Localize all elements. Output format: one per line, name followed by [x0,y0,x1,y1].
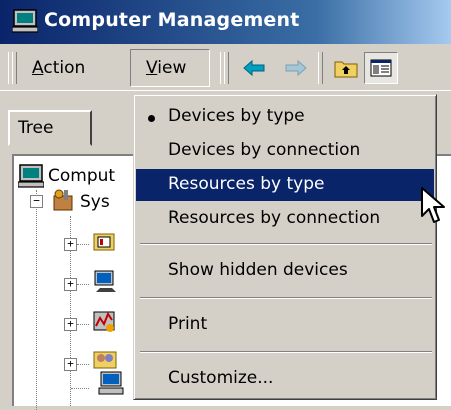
local-users-groups-icon [93,351,117,369]
computer-management-icon [12,9,38,33]
tree-expand-icon[interactable]: + [64,358,77,371]
tree-node-root-label[interactable]: Comput [48,166,115,186]
system-tools-icon [53,189,73,211]
show-hide-tree-icon [370,59,392,77]
mouse-cursor-icon [421,187,445,223]
tree-line [77,364,89,365]
menu-item-label: Customize... [168,368,274,388]
computer-icon [18,164,44,188]
tab-tree[interactable]: Tree [8,110,92,146]
radio-bullet-icon [148,115,155,122]
event-viewer-icon [93,233,115,251]
tree-line [77,284,89,285]
performance-logs-icon [93,311,115,332]
tree-line [36,190,37,410]
title-bar[interactable]: Computer Management [0,0,451,44]
menu-separator [140,297,432,299]
forward-arrow-icon[interactable] [284,57,308,79]
menu-item-devices-by-connection[interactable]: Devices by connection [136,135,434,167]
menu-view[interactable]: View [146,58,186,78]
toolbar: Action View [0,46,451,91]
menu-action-mnemonic: A [32,58,44,78]
menu-action[interactable]: Action [32,58,85,78]
menu-item-label: Show hidden devices [168,260,348,280]
tree-expand-icon[interactable]: + [64,278,77,291]
back-arrow-icon[interactable] [242,57,266,79]
tree-line [77,244,89,245]
menu-item-label: Resources by type [168,174,325,194]
menu-item-label: Devices by connection [168,140,361,160]
menu-view-label: iew [157,58,187,78]
tree-line [71,388,89,389]
menu-item-label: Resources by connection [168,208,381,228]
device-manager-icon [98,371,124,395]
tab-tree-label: Tree [18,118,54,138]
view-dropdown-menu: Devices by type Devices by connection Re… [133,94,437,400]
menu-separator [140,243,432,245]
tree-line [77,324,89,325]
menu-item-customize[interactable]: Customize... [136,363,434,395]
toolbar-grip[interactable] [12,52,17,84]
tree-node-system-label[interactable]: Sys [80,192,110,212]
toolbar-separator [318,52,323,84]
menu-separator [140,351,432,353]
menu-item-label: Print [168,314,208,334]
menu-view-mnemonic: V [146,58,158,78]
menu-item-label: Devices by type [168,106,305,126]
shared-folders-icon [94,270,116,292]
menu-item-resources-by-type[interactable]: Resources by type [136,169,434,201]
tree-expand-icon[interactable]: + [64,238,77,251]
tree-expand-icon[interactable]: + [64,318,77,331]
menu-item-show-hidden-devices[interactable]: Show hidden devices [136,255,434,287]
window-title: Computer Management [44,9,300,31]
up-folder-icon[interactable] [334,57,358,79]
menu-item-devices-by-type[interactable]: Devices by type [136,101,434,133]
menu-item-print[interactable]: Print [136,309,434,341]
menu-action-label: ction [43,58,86,78]
tree-collapse-icon[interactable]: − [30,195,43,208]
menu-item-resources-by-connection[interactable]: Resources by connection [136,203,434,235]
toolbar-grip[interactable] [224,52,229,84]
